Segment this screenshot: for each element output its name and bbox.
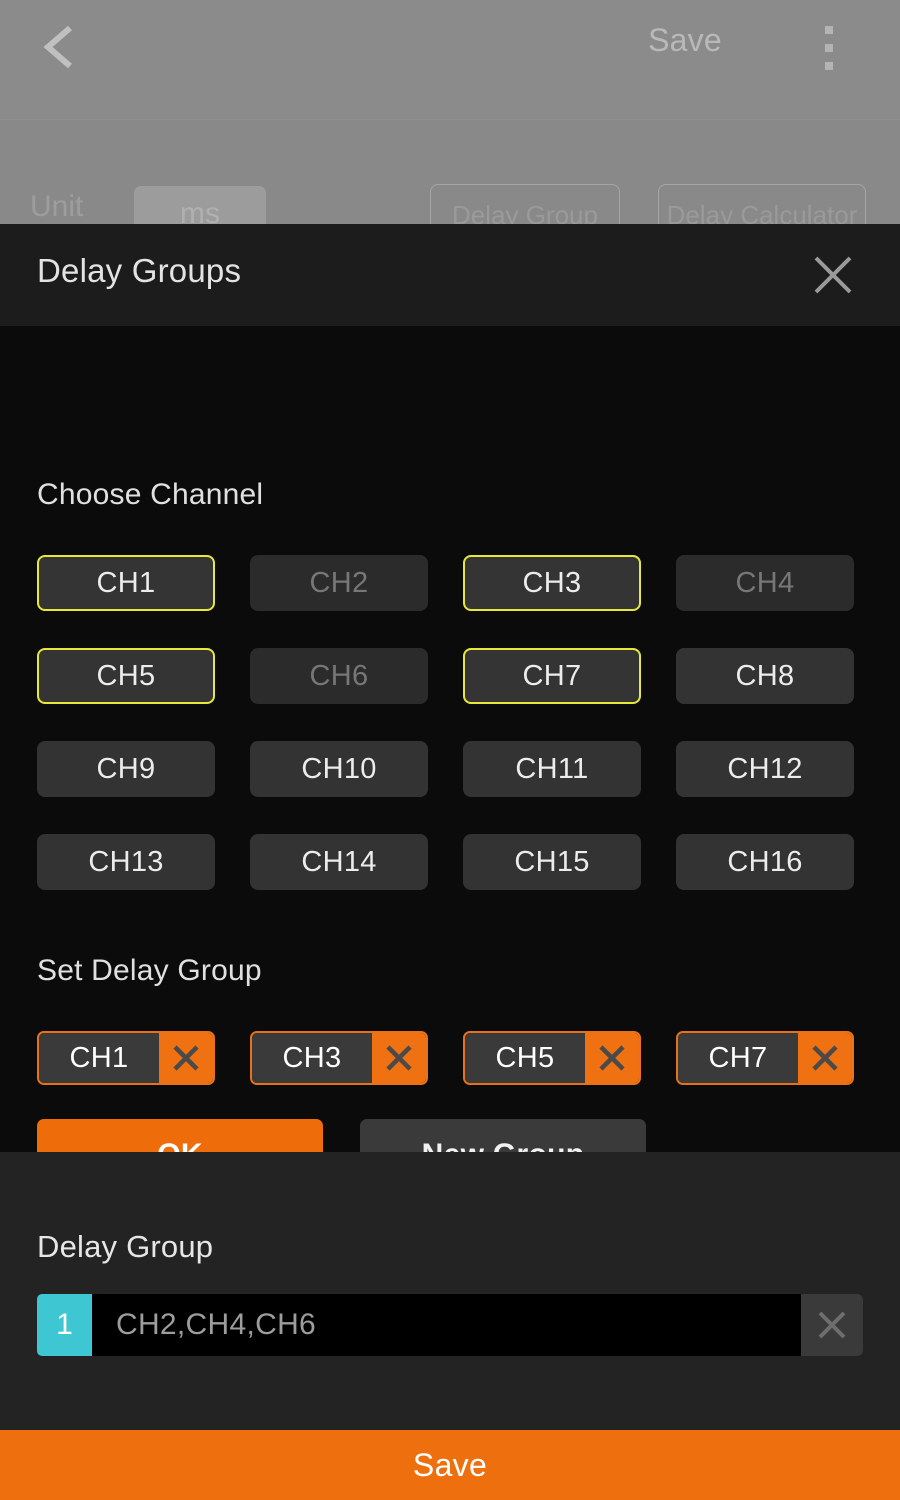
channel-button-ch12[interactable]: CH12: [676, 741, 854, 797]
chevron-left-icon: [34, 18, 86, 76]
channel-button-ch7[interactable]: CH7: [463, 648, 641, 704]
background-unit-row: Unit ms Delay Group Delay Calculator: [0, 184, 900, 224]
delay-group-index-badge: 1: [37, 1294, 92, 1356]
channel-button-ch5[interactable]: CH5: [37, 648, 215, 704]
tab-delay-calculator[interactable]: Delay Calculator: [658, 184, 866, 224]
chip-remove-button[interactable]: [798, 1033, 852, 1083]
selected-channel-chips: CH1 CH3 CH5 CH7: [37, 1031, 857, 1085]
channel-button-ch9[interactable]: CH9: [37, 741, 215, 797]
channel-button-ch6[interactable]: CH6: [250, 648, 428, 704]
chip-remove-button[interactable]: [585, 1033, 639, 1083]
close-icon: [808, 250, 858, 300]
set-delay-group-label: Set Delay Group: [37, 954, 262, 987]
bottom-save-button[interactable]: Save: [0, 1430, 900, 1500]
delay-group-channels-value[interactable]: CH2,CH4,CH6: [92, 1294, 801, 1356]
close-icon: [595, 1041, 629, 1075]
chip-label: CH1: [39, 1033, 159, 1083]
channel-button-ch3[interactable]: CH3: [463, 555, 641, 611]
channel-grid: CH1 CH2 CH3 CH4 CH5 CH6 CH7 CH8 CH9 CH10…: [37, 555, 857, 890]
channel-button-ch4[interactable]: CH4: [676, 555, 854, 611]
app-screen: Save Unit ms Delay Group Delay Calculato…: [0, 0, 900, 1500]
close-button[interactable]: [808, 250, 858, 300]
background-save-button[interactable]: Save: [620, 22, 750, 59]
back-button[interactable]: [34, 18, 86, 76]
channel-button-ch15[interactable]: CH15: [463, 834, 641, 890]
delay-group-panel: Delay Group 1 CH2,CH4,CH6: [0, 1152, 900, 1430]
channel-button-ch13[interactable]: CH13: [37, 834, 215, 890]
chip-label: CH7: [678, 1033, 798, 1083]
close-icon: [382, 1041, 416, 1075]
dialog-header: Delay Groups: [0, 224, 900, 326]
close-icon: [808, 1041, 842, 1075]
chip-label: CH5: [465, 1033, 585, 1083]
channel-button-ch1[interactable]: CH1: [37, 555, 215, 611]
dot: [825, 44, 833, 52]
background-action-bar: Save: [0, 0, 900, 118]
chip-label: CH3: [252, 1033, 372, 1083]
unit-label: Unit: [30, 190, 84, 223]
channel-button-ch8[interactable]: CH8: [676, 648, 854, 704]
selected-chip-ch1[interactable]: CH1: [37, 1031, 215, 1085]
background-sub-bar: Unit ms Delay Group Delay Calculator: [0, 119, 900, 224]
unit-value-button[interactable]: ms: [134, 186, 266, 224]
dot: [825, 26, 833, 34]
delay-groups-dialog: Delay Groups Choose Channel CH1 CH2 CH3 …: [0, 224, 900, 1191]
dialog-body: Choose Channel CH1 CH2 CH3 CH4 CH5 CH6 C…: [0, 326, 900, 1191]
close-icon: [812, 1305, 852, 1345]
channel-button-ch16[interactable]: CH16: [676, 834, 854, 890]
background-app-screen: Save Unit ms Delay Group Delay Calculato…: [0, 0, 900, 224]
delay-group-panel-title: Delay Group: [37, 1229, 214, 1264]
dot: [825, 62, 833, 70]
chip-remove-button[interactable]: [159, 1033, 213, 1083]
selected-chip-ch7[interactable]: CH7: [676, 1031, 854, 1085]
channel-button-ch11[interactable]: CH11: [463, 741, 641, 797]
close-icon: [169, 1041, 203, 1075]
delay-group-clear-button[interactable]: [801, 1294, 863, 1356]
channel-button-ch10[interactable]: CH10: [250, 741, 428, 797]
choose-channel-label: Choose Channel: [37, 478, 264, 511]
delay-group-row[interactable]: 1 CH2,CH4,CH6: [37, 1294, 863, 1356]
channel-button-ch14[interactable]: CH14: [250, 834, 428, 890]
more-vertical-icon[interactable]: [821, 26, 837, 70]
dialog-title: Delay Groups: [37, 252, 242, 289]
channel-button-ch2[interactable]: CH2: [250, 555, 428, 611]
selected-chip-ch3[interactable]: CH3: [250, 1031, 428, 1085]
chip-remove-button[interactable]: [372, 1033, 426, 1083]
selected-chip-ch5[interactable]: CH5: [463, 1031, 641, 1085]
tab-delay-group[interactable]: Delay Group: [430, 184, 620, 224]
